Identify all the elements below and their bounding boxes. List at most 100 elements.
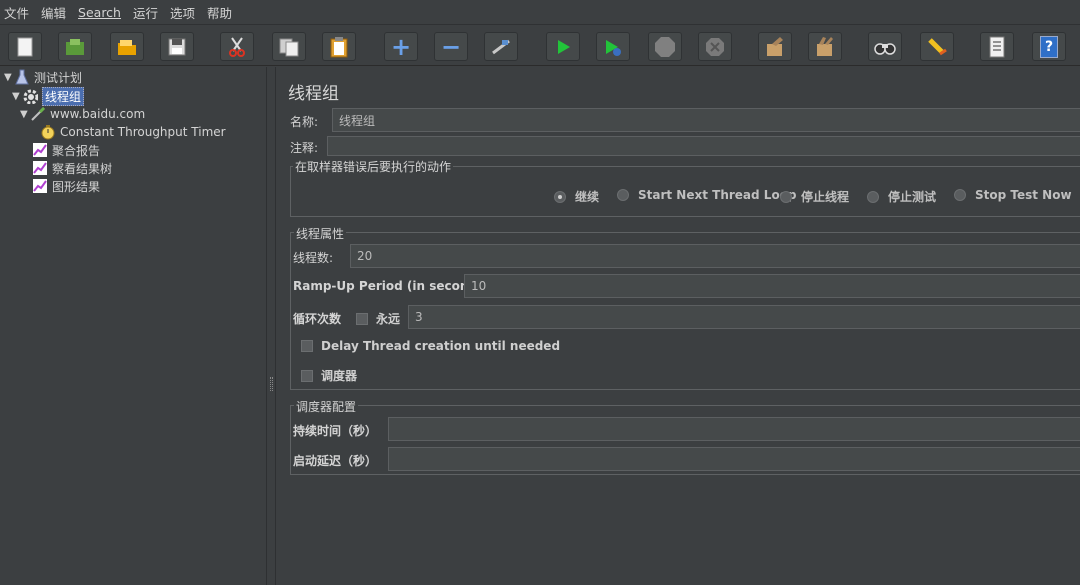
- tree-node-timer[interactable]: Constant Throughput Timer: [40, 123, 226, 141]
- tree-node-test-plan[interactable]: ▼ 测试计划: [4, 68, 82, 86]
- tree-label-graph-results: 图形结果: [52, 179, 101, 194]
- expand-arrow-icon[interactable]: ▼: [20, 109, 30, 120]
- loop-count-input[interactable]: 3: [408, 305, 1080, 329]
- split-divider[interactable]: [266, 67, 276, 585]
- chart-icon: [33, 161, 47, 175]
- reset-search-button[interactable]: [920, 32, 954, 61]
- duration-label: 持续时间（秒）: [293, 424, 378, 438]
- gear-icon: [23, 89, 38, 104]
- expand-arrow-icon[interactable]: ▼: [4, 72, 14, 83]
- duration-input[interactable]: [388, 417, 1080, 441]
- radio-dot[interactable]: [617, 189, 629, 201]
- new-button[interactable]: [8, 32, 42, 61]
- tree-node-results-tree[interactable]: 察看结果树: [32, 159, 112, 177]
- save-icon: [168, 38, 186, 55]
- scheduler-checkbox[interactable]: 调度器: [301, 367, 357, 384]
- comment-label: 注释:: [290, 141, 319, 155]
- startup-delay-label: 启动延迟（秒）: [293, 454, 378, 468]
- stopwatch-icon: [41, 125, 55, 140]
- tree-node-graph-results[interactable]: 图形结果: [32, 177, 100, 195]
- forever-checkbox[interactable]: 永远: [356, 310, 400, 327]
- cut-button[interactable]: [220, 32, 254, 61]
- start-button[interactable]: [546, 32, 580, 61]
- test-plan-tree: ▼ 测试计划 ▼ 线程组 ▼ www.baidu.com Constant Th…: [0, 67, 266, 585]
- tree-label-thread-group: 线程组: [42, 86, 85, 106]
- paste-icon: [330, 36, 348, 57]
- clear-button[interactable]: [758, 32, 792, 61]
- tree-label-sampler: www.baidu.com: [50, 107, 146, 121]
- menu-run[interactable]: 运行: [133, 3, 158, 22]
- delay-thread-checkbox[interactable]: Delay Thread creation until needed: [301, 339, 560, 353]
- threads-input[interactable]: 20: [350, 244, 1080, 268]
- clear-icon: [767, 36, 783, 56]
- comment-input[interactable]: [327, 136, 1080, 156]
- expand-icon: +: [390, 32, 412, 61]
- function-helper-button[interactable]: [980, 32, 1014, 61]
- startup-delay-input[interactable]: [388, 447, 1080, 471]
- tree-label-timer: Constant Throughput Timer: [60, 125, 226, 139]
- tree-label-results-tree: 察看结果树: [52, 161, 113, 176]
- divider-grip[interactable]: [270, 377, 273, 391]
- toolbar: + − ?: [0, 24, 1080, 66]
- copy-icon: [279, 38, 299, 56]
- checkbox-box[interactable]: [301, 369, 313, 382]
- pipette-icon: [31, 106, 46, 121]
- open-icon: [118, 39, 136, 55]
- menu-file[interactable]: 文件: [4, 3, 29, 22]
- chart-icon: [33, 143, 47, 157]
- tree-label-aggregate-report: 聚合报告: [52, 143, 101, 158]
- menu-help[interactable]: 帮助: [207, 3, 232, 22]
- forever-label: 永远: [376, 312, 401, 326]
- thread-properties-legend: 线程属性: [294, 225, 347, 242]
- radio-stop-test-now[interactable]: Stop Test Now: [954, 188, 1072, 202]
- name-label: 名称:: [290, 115, 319, 129]
- radio-continue[interactable]: 继续: [554, 188, 599, 205]
- name-input[interactable]: 线程组: [332, 108, 1080, 132]
- save-button[interactable]: [160, 32, 194, 61]
- toggle-button[interactable]: [484, 32, 518, 61]
- clear-all-button[interactable]: [808, 32, 842, 61]
- paste-button[interactable]: [322, 32, 356, 61]
- help-button[interactable]: ?: [1032, 32, 1066, 61]
- open-button[interactable]: [110, 32, 144, 61]
- radio-stop-test[interactable]: 停止测试: [867, 188, 936, 205]
- radio-dot[interactable]: [954, 189, 966, 201]
- error-action-legend: 在取样器错误后要执行的动作: [293, 158, 454, 175]
- collapse-button[interactable]: −: [434, 32, 468, 61]
- new-icon: [17, 37, 33, 56]
- radio-dot[interactable]: [554, 190, 566, 203]
- expand-arrow-icon[interactable]: ▼: [12, 91, 22, 102]
- tree-node-aggregate-report[interactable]: 聚合报告: [32, 141, 100, 159]
- rampup-input[interactable]: 10: [464, 274, 1080, 298]
- shutdown-button[interactable]: [698, 32, 732, 61]
- start-icon: [558, 39, 570, 54]
- stop-icon: [655, 36, 675, 57]
- stop-button[interactable]: [648, 32, 682, 61]
- radio-continue-label: 继续: [575, 190, 600, 204]
- templates-button[interactable]: [58, 32, 92, 61]
- menu-search[interactable]: Search: [78, 5, 121, 20]
- radio-start-next-loop-label: Start Next Thread Loop: [638, 188, 797, 202]
- function-helper-icon: [989, 36, 1005, 57]
- search-button[interactable]: [868, 32, 902, 61]
- tree-node-thread-group[interactable]: ▼ 线程组: [12, 86, 266, 106]
- checkbox-box[interactable]: [301, 340, 313, 352]
- menu-edit[interactable]: 编辑: [41, 3, 66, 22]
- search-icon: [874, 42, 896, 55]
- copy-button[interactable]: [272, 32, 306, 61]
- checkbox-box[interactable]: [356, 312, 368, 325]
- templates-icon: [66, 38, 84, 55]
- flask-icon: [15, 69, 29, 85]
- radio-dot[interactable]: [780, 190, 792, 203]
- menu-options[interactable]: 选项: [170, 3, 195, 22]
- cut-icon: [229, 36, 245, 57]
- start-no-pauses-button[interactable]: [596, 32, 630, 61]
- radio-start-next-loop[interactable]: Start Next Thread Loop: [617, 188, 797, 202]
- tree-node-sampler[interactable]: ▼ www.baidu.com: [20, 105, 145, 123]
- radio-stop-thread[interactable]: 停止线程: [780, 188, 849, 205]
- help-icon: ?: [1040, 35, 1058, 58]
- reset-search-icon: [928, 37, 947, 55]
- radio-stop-thread-label: 停止线程: [801, 190, 850, 204]
- expand-button[interactable]: +: [384, 32, 418, 61]
- radio-dot[interactable]: [867, 190, 879, 203]
